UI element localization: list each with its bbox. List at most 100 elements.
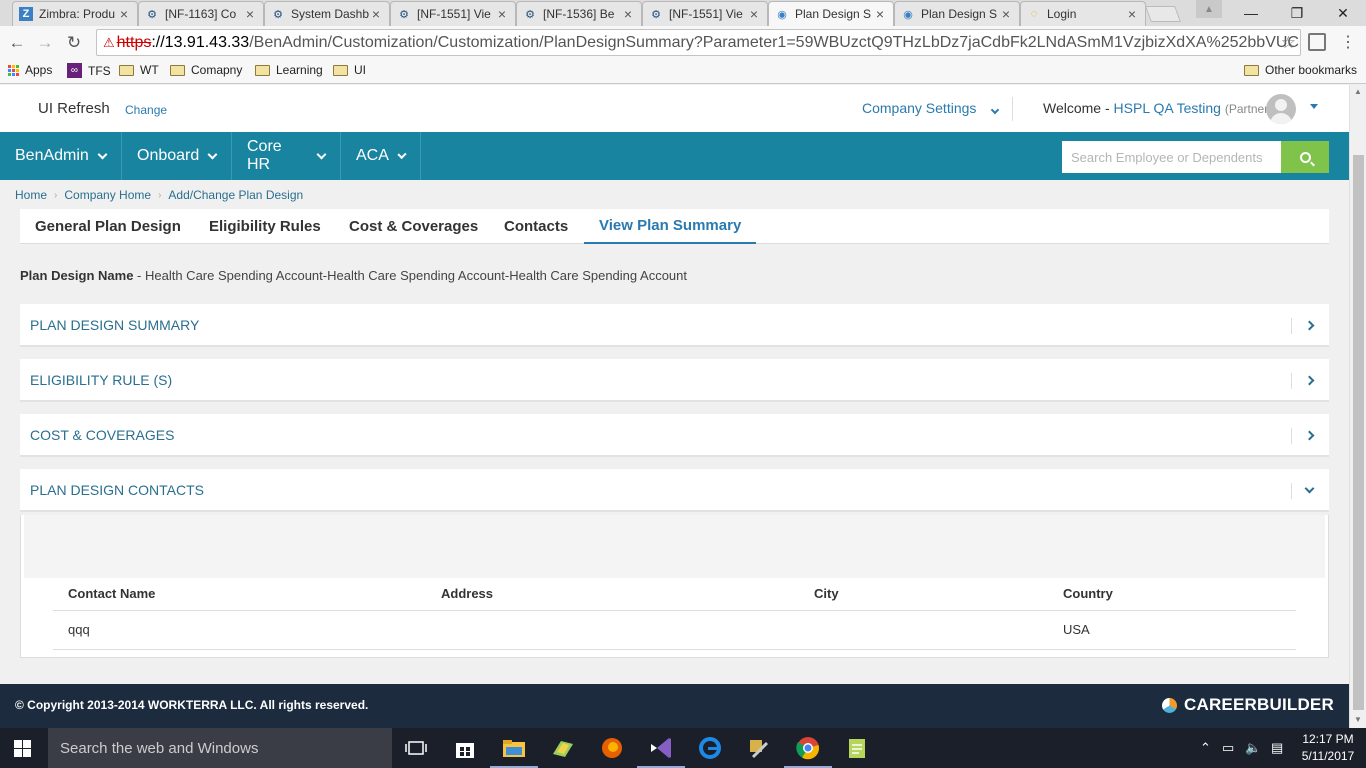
avatar[interactable] <box>1266 94 1296 124</box>
section-cost-coverages[interactable]: COST & COVERAGES <box>20 414 1329 457</box>
user-menu-caret-icon[interactable] <box>1310 104 1318 109</box>
browser-tab-active[interactable]: ◉ Plan Design S × <box>768 1 894 26</box>
bookmark-star-icon[interactable]: ☆ <box>1281 33 1296 53</box>
browser-tab[interactable]: ◌ Login × <box>1020 1 1146 26</box>
breadcrumb-company-home[interactable]: Company Home <box>64 188 151 202</box>
employee-search-input[interactable] <box>1062 141 1281 173</box>
column-header: Address <box>426 578 799 611</box>
chevron-right-icon[interactable] <box>1302 318 1316 332</box>
chevron-shape <box>1304 483 1314 493</box>
bookmark-folder-comapny[interactable]: Comapny <box>170 63 242 77</box>
nav-core-hr[interactable]: Core HR <box>232 132 341 180</box>
edge-icon[interactable] <box>698 736 722 760</box>
breadcrumb-current[interactable]: Add/Change Plan Design <box>168 188 303 202</box>
close-icon[interactable]: × <box>243 6 257 22</box>
bookmark-folder-ui[interactable]: UI <box>333 63 366 77</box>
chevron-down-icon[interactable] <box>1302 483 1316 497</box>
new-tab-button[interactable] <box>1145 6 1181 22</box>
nav-aca[interactable]: ACA <box>341 132 421 180</box>
nav-label: BenAdmin <box>15 147 89 164</box>
scroll-up-icon[interactable]: ▲ <box>1354 87 1362 96</box>
browser-tab[interactable]: ⚙ [NF-1536] Be × <box>516 1 642 26</box>
company-settings-menu[interactable]: Company Settings <box>862 100 1000 116</box>
section-eligibility-rules[interactable]: ELIGIBILITY RULE (S) <box>20 359 1329 402</box>
windows-start-icon[interactable] <box>14 740 31 757</box>
notifications-icon[interactable]: ▤ <box>1271 740 1283 756</box>
table-header-row: Contact Name Address City Country <box>53 578 1296 611</box>
taskbar-clock[interactable]: 12:17 PM 5/11/2017 <box>1300 731 1356 765</box>
tab-title: [NF-1163] Co <box>165 7 237 21</box>
table-cell: qqq <box>53 610 426 650</box>
chevron-shape <box>1304 320 1314 330</box>
reload-icon[interactable]: ↻ <box>63 32 85 54</box>
section-plan-design-summary[interactable]: PLAN DESIGN SUMMARY <box>20 304 1329 347</box>
insecure-lock-icon[interactable]: ⚠ <box>103 35 115 51</box>
tab-eligibility-rules[interactable]: Eligibility Rules <box>209 209 321 244</box>
close-icon[interactable]: × <box>621 6 635 22</box>
browser-tab[interactable]: ⚙ [NF-1551] Vie × <box>390 1 516 26</box>
notepad-icon[interactable] <box>845 736 869 760</box>
jira-icon: ⚙ <box>273 8 283 21</box>
user-name[interactable]: HSPL QA Testing <box>1114 100 1221 116</box>
nav-onboard[interactable]: Onboard <box>122 132 232 180</box>
bookmark-apps[interactable]: Apps <box>8 63 52 77</box>
address-bar[interactable]: ⚠ https://13.91.43.33/BenAdmin/Customiza… <box>96 29 1301 56</box>
extension-icon[interactable] <box>1308 33 1326 51</box>
browser-tab[interactable]: ⚙ [NF-1551] Vie × <box>642 1 768 26</box>
restore-icon[interactable]: ❐ <box>1274 0 1320 26</box>
file-explorer-icon[interactable] <box>490 736 538 768</box>
close-icon[interactable]: × <box>117 6 131 22</box>
browser-tab[interactable]: ⚙ [NF-1163] Co × <box>138 1 264 26</box>
volume-icon[interactable]: 🔈 <box>1245 740 1261 756</box>
nav-label: Core HR <box>247 138 282 173</box>
forward-icon[interactable]: → <box>34 32 56 54</box>
profile-icon[interactable]: ▲ <box>1196 0 1222 18</box>
store-icon[interactable] <box>453 736 477 760</box>
tray-expand-icon[interactable]: ⌃ <box>1200 740 1211 756</box>
nav-label: Onboard <box>137 147 200 164</box>
browser-tab-strip: Z Zimbra: Produ × ⚙ [NF-1163] Co × ⚙ Sys… <box>0 0 1366 26</box>
scroll-down-icon[interactable]: ▼ <box>1354 715 1362 724</box>
browser-tab[interactable]: ⚙ System Dashb × <box>264 1 390 26</box>
chevron-right-icon[interactable] <box>1302 373 1316 387</box>
tab-cost-coverages[interactable]: Cost & Coverages <box>349 209 478 244</box>
minimize-icon[interactable]: — <box>1228 0 1274 26</box>
search-button[interactable] <box>1281 141 1329 173</box>
section-plan-design-contacts[interactable]: PLAN DESIGN CONTACTS <box>20 469 1329 512</box>
firefox-icon[interactable] <box>600 736 624 760</box>
browser-tab[interactable]: ◉ Plan Design S × <box>894 1 1020 26</box>
bookmark-folder-wt[interactable]: WT <box>119 63 159 77</box>
bookmark-tfs[interactable]: ∞ TFS <box>67 63 111 78</box>
network-icon[interactable]: ▭ <box>1222 740 1234 756</box>
close-icon[interactable]: × <box>999 6 1013 22</box>
tab-general-plan-design[interactable]: General Plan Design <box>35 209 181 244</box>
browser-tab[interactable]: Z Zimbra: Produ × <box>12 1 138 26</box>
close-icon[interactable]: × <box>747 6 761 22</box>
page-scrollbar[interactable]: ▲ ▼ <box>1349 85 1366 728</box>
scrollbar-thumb[interactable] <box>1353 155 1364 710</box>
tab-view-plan-summary[interactable]: View Plan Summary <box>584 209 757 244</box>
close-icon[interactable]: × <box>495 6 509 22</box>
visual-studio-icon[interactable] <box>637 736 685 768</box>
plan-name-value: - Health Care Spending Account-Health Ca… <box>133 268 688 283</box>
tab-contacts[interactable]: Contacts <box>504 209 568 244</box>
chrome-icon[interactable] <box>784 736 832 768</box>
bookmark-other[interactable]: Other bookmarks <box>1244 63 1357 77</box>
close-icon[interactable]: × <box>873 6 887 22</box>
nav-benadmin[interactable]: BenAdmin <box>0 132 122 180</box>
close-window-icon[interactable]: ✕ <box>1320 0 1366 26</box>
bookmark-folder-learning[interactable]: Learning <box>255 63 323 77</box>
breadcrumb-home[interactable]: Home <box>15 188 47 202</box>
back-icon[interactable]: ← <box>6 32 28 54</box>
chevron-right-icon[interactable] <box>1302 428 1316 442</box>
close-icon[interactable]: × <box>369 6 383 22</box>
task-view-icon[interactable] <box>404 736 428 760</box>
change-link[interactable]: Change <box>125 103 167 117</box>
welcome-label: Welcome - <box>1043 100 1110 116</box>
close-icon[interactable]: × <box>1125 6 1139 22</box>
breadcrumb: Home › Company Home › Add/Change Plan De… <box>15 188 303 202</box>
chrome-menu-icon[interactable]: ⋮ <box>1340 32 1356 52</box>
taskbar-search[interactable]: Search the web and Windows <box>48 728 392 768</box>
maps-icon[interactable] <box>551 736 575 760</box>
tools-icon[interactable] <box>747 736 771 760</box>
